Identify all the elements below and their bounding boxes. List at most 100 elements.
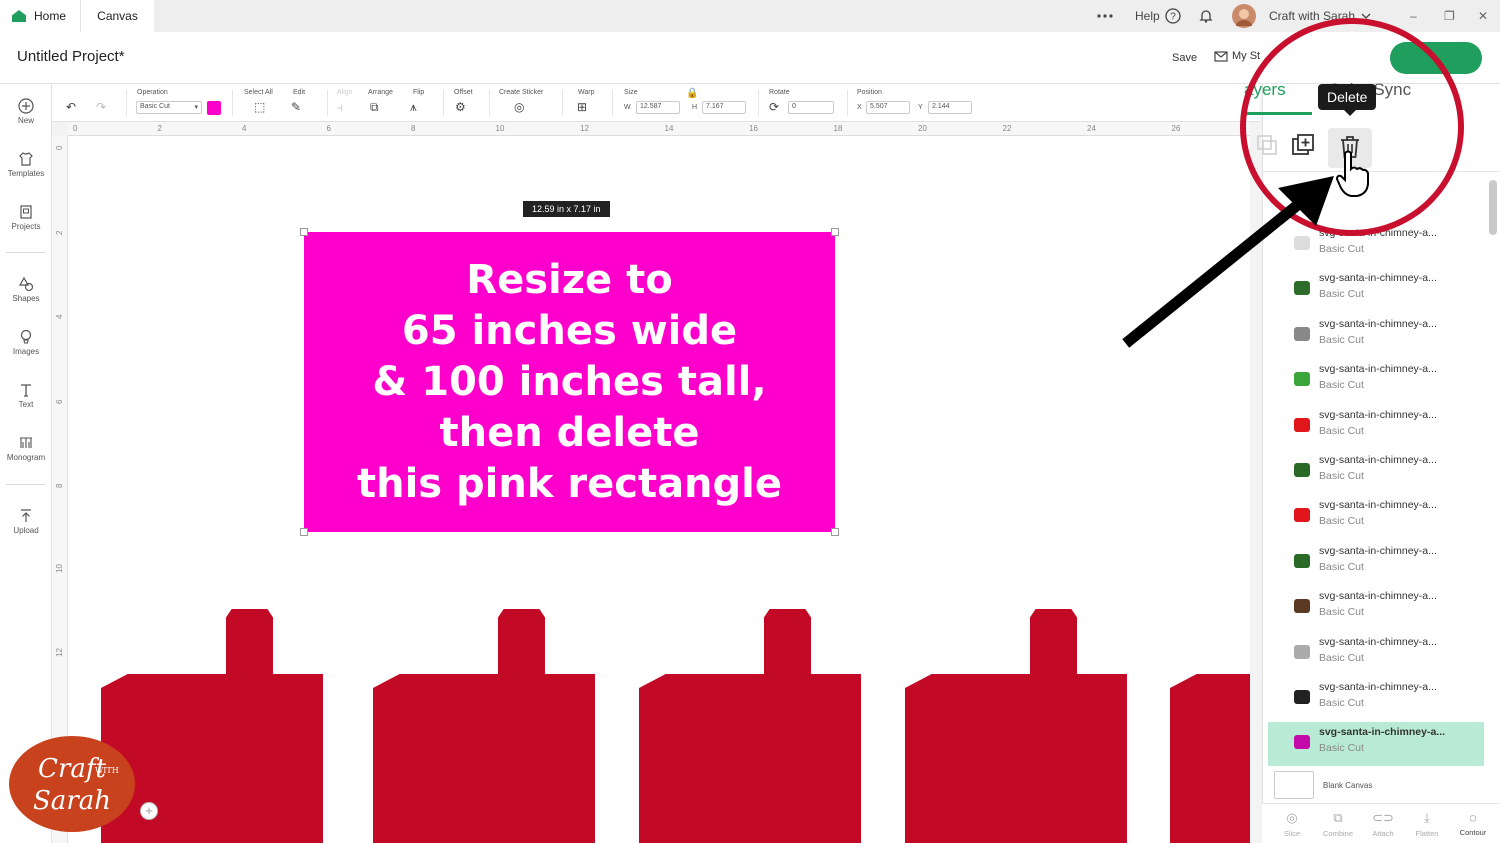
attach-label: Attach	[1372, 829, 1394, 838]
position-label: Position	[857, 89, 882, 96]
sidebar-item-new[interactable]: New	[0, 98, 52, 125]
flatten-button[interactable]: ⤓ Flatten	[1405, 810, 1449, 838]
sidebar-item-shapes[interactable]: Shapes	[0, 276, 52, 303]
attach-button[interactable]: ⊂⊃ Attach	[1361, 810, 1405, 838]
layer-row[interactable]: svg-santa-in-chimney-a... Basic Cut	[1268, 405, 1484, 449]
color-swatch[interactable]	[207, 101, 221, 115]
zoom-in-button[interactable]: +	[140, 802, 158, 820]
sidebar-item-images[interactable]: Images	[0, 329, 52, 356]
layer-name: svg-santa-in-chimney-a...	[1319, 590, 1437, 603]
layer-row[interactable]: svg-santa-in-chimney-a... Basic Cut	[1268, 541, 1484, 585]
redo-icon[interactable]: ↷	[96, 100, 106, 114]
ruler-tick-label: 8	[55, 483, 64, 488]
layer-row[interactable]: svg-santa-in-chimney-a... Basic Cut	[1268, 722, 1484, 767]
save-button[interactable]: Save	[1172, 52, 1197, 64]
combine-button[interactable]: ⧉ Combine	[1316, 810, 1360, 838]
toolbar-divider	[489, 90, 490, 116]
width-input[interactable]: 12.587	[636, 101, 680, 114]
contour-button[interactable]: ◌ Contour	[1451, 810, 1495, 837]
layer-bottom-actions: ◎ Slice ⧉ Combine ⊂⊃ Attach ⤓ Flatten ◌ Conto…	[1262, 803, 1500, 843]
ruler-tick-label: 6	[326, 124, 331, 133]
sidebar-item-monogram[interactable]: Monogram	[0, 435, 52, 462]
combine-label: Combine	[1322, 829, 1353, 838]
ruler-tick-label: 4	[242, 124, 247, 133]
more-options-icon[interactable]	[1096, 0, 1114, 32]
design-canvas[interactable]: 12.59 in x 7.17 in Resize to 65 inches w…	[68, 136, 1250, 843]
close-window-button[interactable]: ✕	[1478, 0, 1488, 32]
resize-handle[interactable]	[831, 528, 839, 536]
toolbar-divider	[847, 90, 848, 116]
chimney-shape[interactable]	[1170, 609, 1250, 843]
restore-button[interactable]: ❐	[1444, 0, 1455, 32]
user-avatar[interactable]	[1232, 0, 1256, 32]
sidebar-label-images: Images	[12, 347, 40, 356]
sidebar-item-projects[interactable]: Projects	[0, 204, 52, 231]
rotate-input[interactable]: 0	[788, 101, 834, 114]
chimney-shape[interactable]	[639, 609, 861, 843]
lock-icon[interactable]: 🔒	[686, 88, 698, 99]
select-all-icon[interactable]: ⬚	[254, 100, 265, 114]
resize-handle[interactable]	[300, 528, 308, 536]
project-title[interactable]: Untitled Project*	[17, 48, 125, 65]
minimize-button[interactable]: –	[1410, 0, 1417, 32]
blank-canvas-row[interactable]: Blank Canvas	[1268, 768, 1484, 802]
sidebar-label-text: Text	[18, 400, 34, 409]
my-stuff-button[interactable]: My St	[1214, 50, 1260, 62]
layers-scrollbar[interactable]	[1486, 160, 1498, 770]
width-value: 12.587	[640, 103, 662, 110]
toolbar-divider	[232, 90, 233, 116]
layer-row[interactable]: svg-santa-in-chimney-a... Basic Cut	[1268, 586, 1484, 630]
layer-row[interactable]: svg-santa-in-chimney-a... Basic Cut	[1268, 359, 1484, 403]
x-position-input[interactable]: 5.507	[866, 101, 910, 114]
layer-row[interactable]: svg-santa-in-chimney-a... Basic Cut	[1268, 677, 1484, 721]
logo-text-sarah: Sarah	[33, 786, 111, 816]
layer-type: Basic Cut	[1319, 560, 1364, 573]
ruler-tick-label: 26	[1171, 124, 1181, 133]
chimney-shape[interactable]	[373, 609, 595, 843]
operation-select[interactable]: Basic Cut ▾	[136, 101, 202, 114]
undo-icon[interactable]: ↶	[66, 100, 76, 114]
sidebar-item-text[interactable]: Text	[0, 382, 52, 409]
tab-canvas[interactable]: Canvas	[80, 0, 154, 32]
logo-text-with: WITH	[95, 766, 119, 775]
y-position-input[interactable]: 2.144	[928, 101, 972, 114]
sidebar-item-upload[interactable]: Upload	[0, 508, 52, 535]
slice-button[interactable]: ◎ Slice	[1270, 810, 1314, 838]
layer-type: Basic Cut	[1319, 424, 1364, 437]
layer-type: Basic Cut	[1319, 606, 1364, 619]
layer-row[interactable]: svg-santa-in-chimney-a... Basic Cut	[1268, 495, 1484, 539]
scrollbar-thumb[interactable]	[1489, 180, 1497, 235]
layer-row[interactable]: svg-santa-in-chimney-a... Basic Cut	[1268, 632, 1484, 676]
chevron-down-icon: ▾	[194, 104, 198, 111]
align-icon[interactable]: ⫞	[337, 100, 343, 115]
tab-home[interactable]: Home	[0, 0, 80, 32]
sidebar-divider	[6, 252, 46, 253]
sidebar-item-templates[interactable]: Templates	[0, 151, 52, 178]
sidebar-label-new: New	[17, 116, 34, 125]
chimney-shape[interactable]	[905, 609, 1127, 843]
layer-thumbnail	[1294, 372, 1310, 387]
layer-row[interactable]: svg-santa-in-chimney-a... Basic Cut	[1268, 450, 1484, 494]
sticker-icon[interactable]: ◎	[514, 100, 524, 114]
arrange-icon[interactable]: ⧉	[370, 100, 379, 115]
flip-icon[interactable]: ⩚	[410, 100, 417, 115]
shapes-icon	[18, 276, 34, 292]
warp-icon[interactable]: ⊞	[577, 100, 587, 114]
help-button[interactable]: Help ?	[1135, 0, 1181, 32]
resize-handle[interactable]	[300, 228, 308, 236]
ruler-tick-label: 0	[73, 124, 78, 133]
tab-canvas-label: Canvas	[97, 9, 138, 23]
pink-rectangle[interactable]: Resize to 65 inches wide & 100 inches ta…	[304, 232, 835, 532]
notifications-bell-icon[interactable]	[1198, 0, 1214, 32]
rotate-icon: ⟳	[769, 100, 780, 114]
mail-icon	[1214, 50, 1228, 62]
slice-label: Slice	[1283, 829, 1301, 838]
toolbar-divider	[612, 90, 613, 116]
combine-icon: ⧉	[1333, 810, 1343, 825]
edit-pencil-icon[interactable]: ✎	[291, 100, 301, 114]
contour-label: Contour	[1459, 828, 1487, 837]
resize-handle[interactable]	[831, 228, 839, 236]
create-sticker-label: Create Sticker	[499, 89, 544, 96]
offset-icon[interactable]: ⚙	[455, 100, 466, 114]
height-input[interactable]: 7.167	[702, 101, 746, 114]
